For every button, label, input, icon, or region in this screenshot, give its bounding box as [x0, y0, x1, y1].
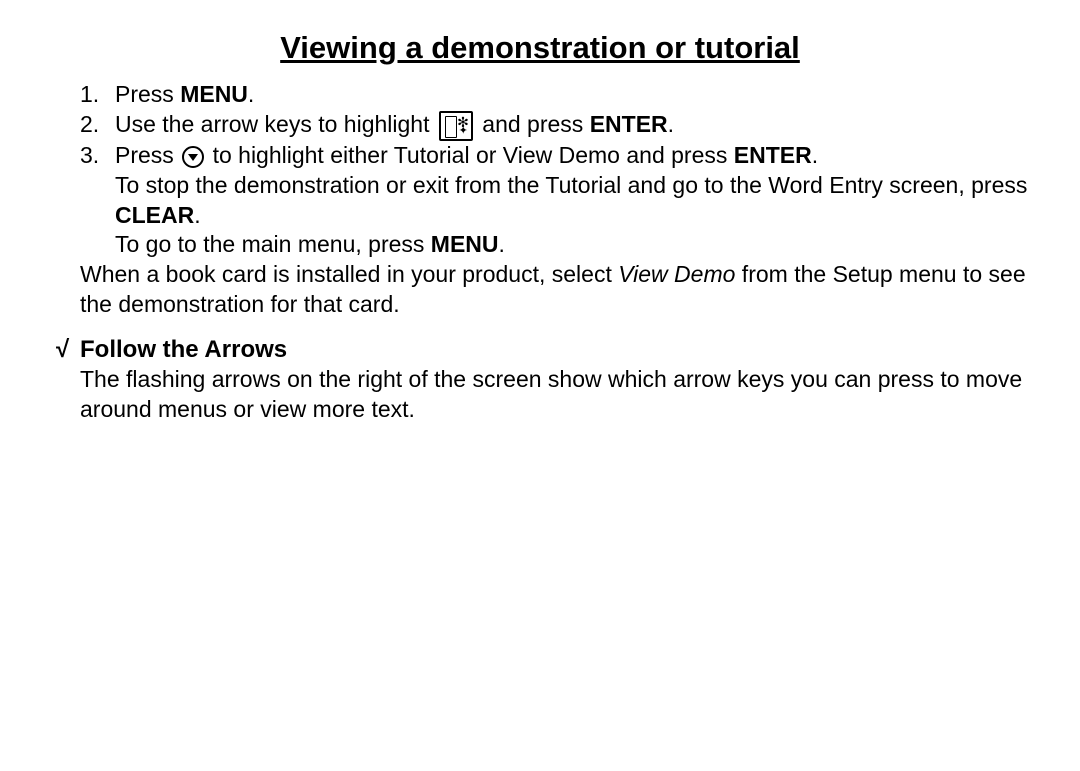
instructions: 1. Press MENU. 2. Use the arrow keys to … [50, 80, 1030, 425]
text: to highlight either Tutorial or View Dem… [206, 142, 734, 168]
step-number: 3. [80, 141, 115, 261]
key-enter: ENTER [734, 142, 812, 168]
tools-icon: ✦ [439, 111, 473, 141]
page-title: Viewing a demonstration or tutorial [50, 30, 1030, 66]
text: To go to the main menu, press [115, 231, 431, 257]
key-enter: ENTER [590, 111, 668, 137]
text: When a book card is installed in your pr… [80, 261, 618, 287]
step-2: 2. Use the arrow keys to highlight ✦ and… [80, 110, 1030, 141]
text: . [812, 142, 818, 168]
note: When a book card is installed in your pr… [80, 260, 1030, 320]
heading-text: Follow the Arrows [80, 336, 287, 363]
key-clear: CLEAR [115, 202, 194, 228]
text: . [194, 202, 200, 228]
section-heading: √Follow the Arrows [56, 334, 1030, 365]
key-menu: MENU [431, 231, 499, 257]
step-text: Press MENU. [115, 80, 1030, 110]
step-number: 2. [80, 110, 115, 141]
text: Use the arrow keys to highlight [115, 111, 436, 137]
text: . [499, 231, 505, 257]
step-text: Press to highlight either Tutorial or Vi… [115, 141, 1030, 261]
text: Press [115, 142, 180, 168]
step-3: 3. Press to highlight either Tutorial or… [80, 141, 1030, 261]
text: . [248, 81, 254, 107]
text: To stop the demonstration or exit from t… [115, 172, 1027, 198]
text: and press [476, 111, 590, 137]
step-1: 1. Press MENU. [80, 80, 1030, 110]
checkmark-icon: √ [56, 334, 80, 365]
text: . [668, 111, 674, 137]
down-arrow-icon [182, 146, 204, 168]
step-number: 1. [80, 80, 115, 110]
view-demo-italic: View Demo [618, 261, 735, 287]
step-text: Use the arrow keys to highlight ✦ and pr… [115, 110, 1030, 141]
section-body: The flashing arrows on the right of the … [80, 365, 1030, 425]
key-menu: MENU [180, 81, 248, 107]
text: Press [115, 81, 180, 107]
